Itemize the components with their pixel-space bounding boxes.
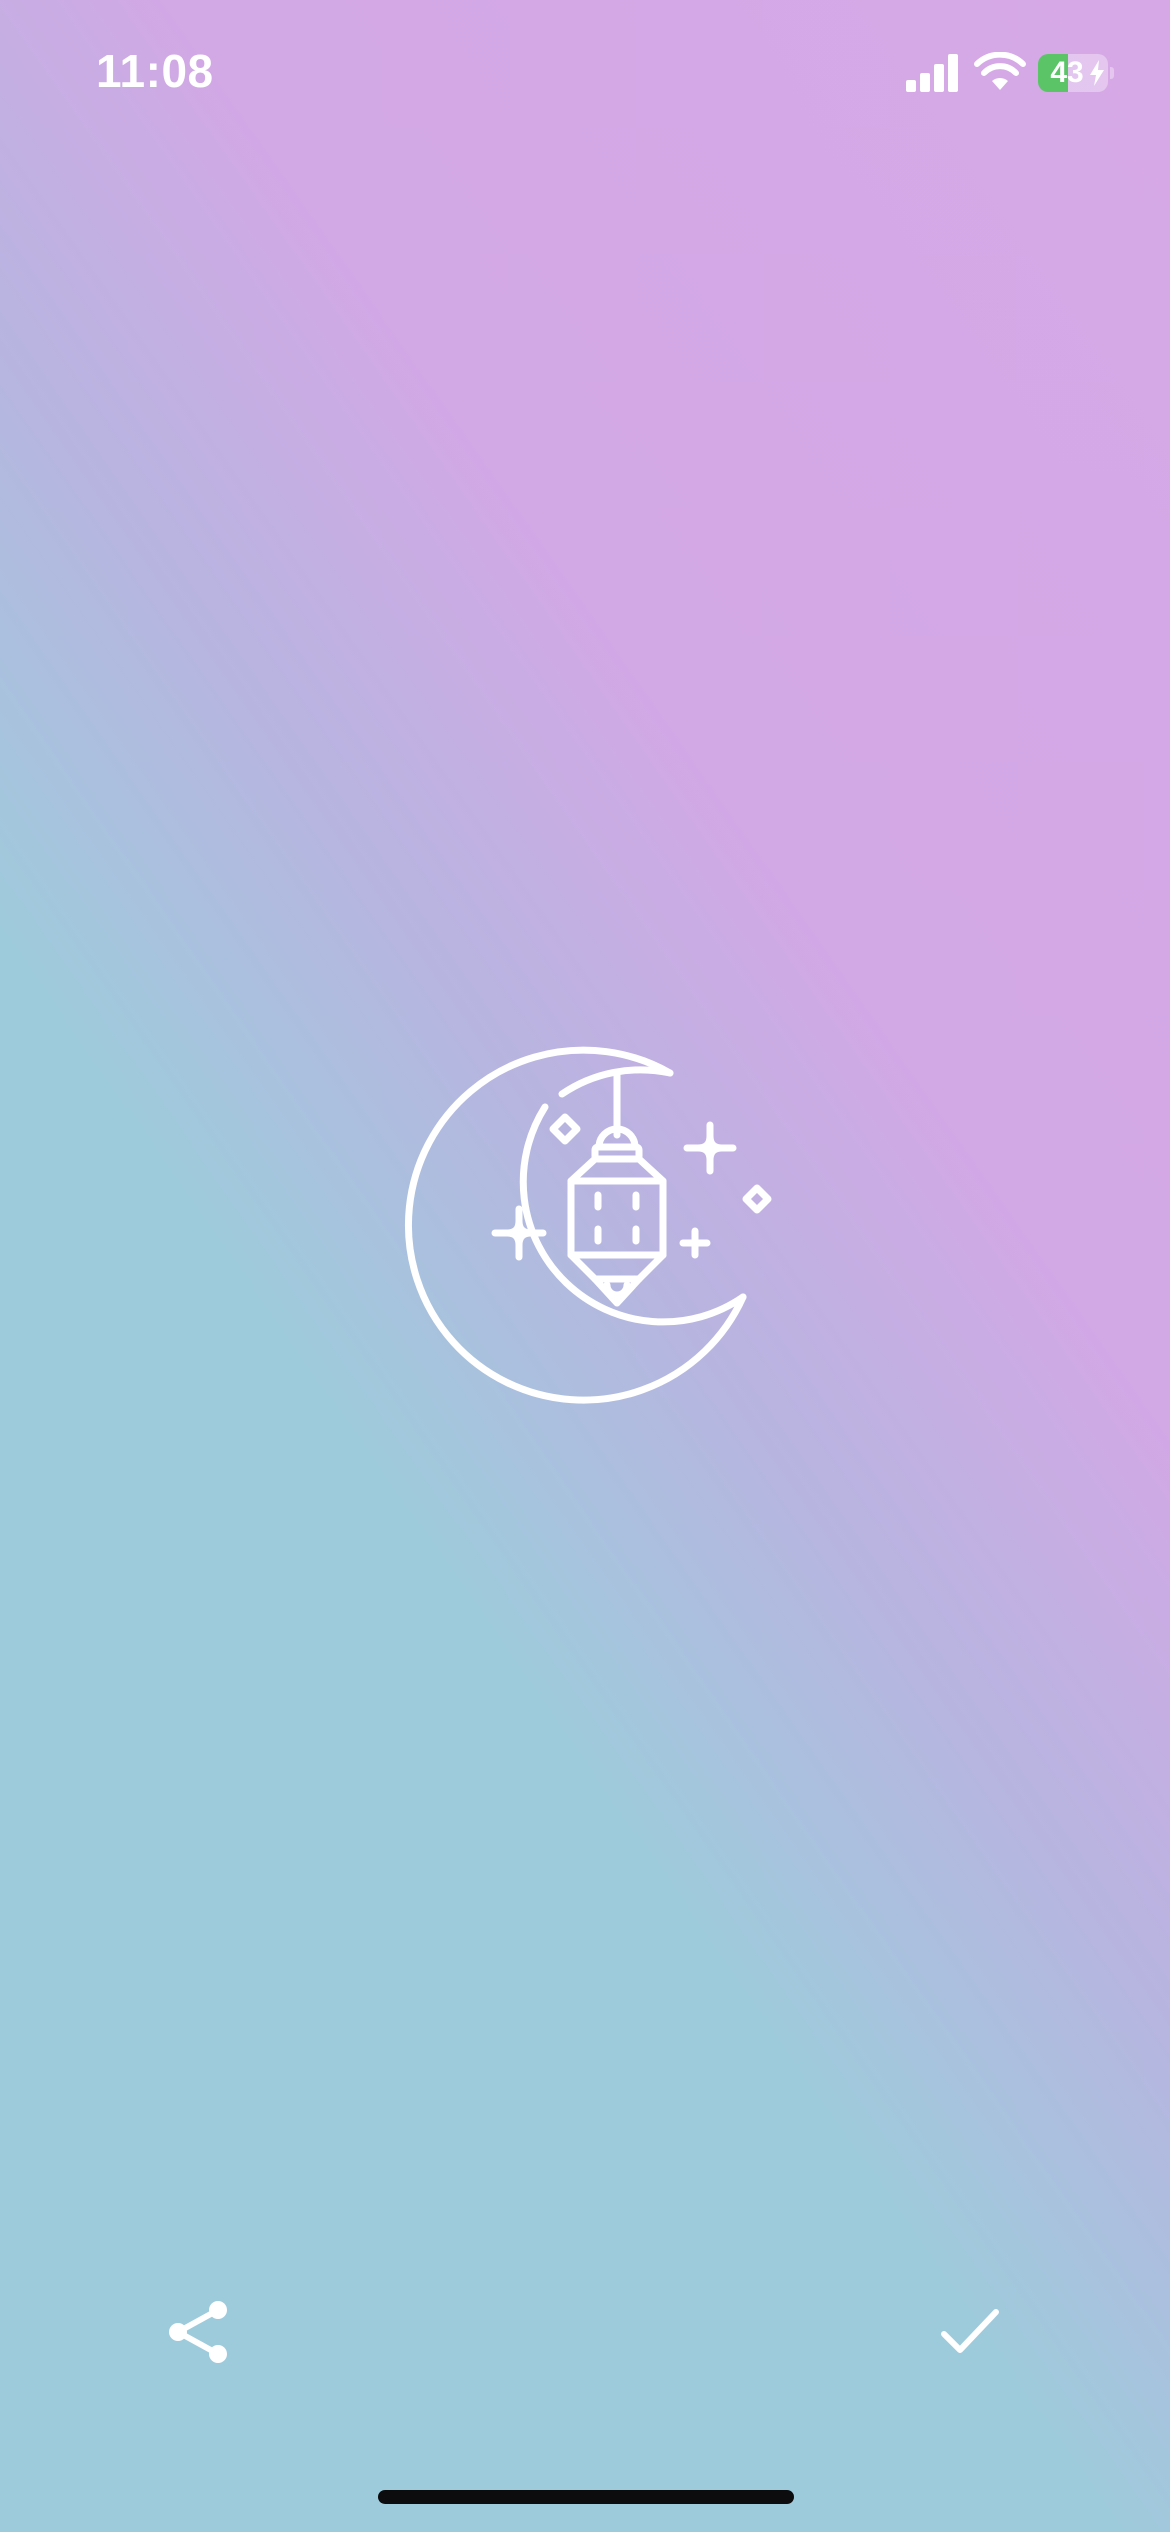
status-time: 11:08 <box>96 45 214 97</box>
battery-body: 43 <box>1038 54 1108 92</box>
crescent-moon-lantern-icon <box>405 1046 772 1404</box>
share-button[interactable] <box>160 2292 240 2372</box>
wifi-icon <box>974 52 1026 90</box>
battery-cap <box>1110 67 1114 79</box>
battery-indicator: 43 <box>1038 54 1114 92</box>
home-indicator[interactable] <box>378 2490 794 2504</box>
cellular-signal-icon <box>906 54 958 92</box>
wallpaper-preview-screen: 11:08 43 <box>0 0 1170 2532</box>
charging-bolt-icon <box>1090 60 1104 86</box>
confirm-button[interactable] <box>930 2292 1010 2372</box>
status-bar: 11:08 43 <box>0 0 1170 140</box>
